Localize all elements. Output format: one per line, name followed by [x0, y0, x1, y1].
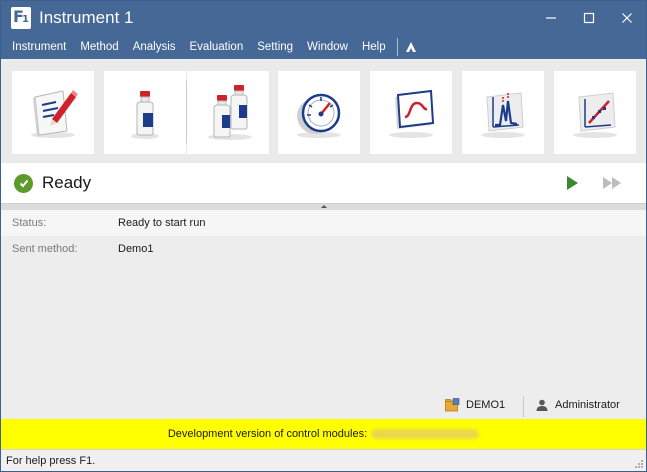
start-sequence-button[interactable]: [602, 175, 624, 194]
menu-method[interactable]: Method: [73, 35, 125, 59]
help-status-line: For help press F1.: [1, 449, 646, 471]
collapse-arrow-icon[interactable]: [320, 205, 327, 208]
single-run-button[interactable]: [104, 71, 186, 154]
user-icon: [536, 399, 548, 411]
current-method-indicator[interactable]: DEMO1: [445, 398, 505, 412]
menu-analysis[interactable]: Analysis: [126, 35, 183, 59]
menu-setting[interactable]: Setting: [250, 35, 300, 59]
sequence-run-button[interactable]: [187, 71, 269, 154]
menu-separator: [396, 38, 398, 56]
minimize-button[interactable]: [532, 1, 570, 35]
signal-monitor-icon: [389, 89, 435, 138]
start-run-button[interactable]: [564, 175, 580, 194]
development-banner: Development version of control modules:: [1, 419, 646, 449]
method-folder-icon: [445, 398, 460, 412]
minimize-icon: [546, 17, 556, 19]
multiple-sample-bottles-icon: [208, 84, 252, 140]
close-icon: [622, 13, 632, 23]
run-status-bar: Ready: [1, 163, 646, 203]
panel-splitter[interactable]: [1, 203, 646, 210]
edit-method-button[interactable]: [12, 71, 94, 154]
info-row-status: Status: Ready to start run: [1, 210, 646, 236]
ready-check-icon: [14, 173, 33, 193]
main-toolbar: [1, 59, 646, 163]
close-button[interactable]: [608, 1, 646, 35]
fast-forward-icon: [603, 177, 621, 189]
instrument-monitor-button[interactable]: [278, 71, 360, 154]
info-row-sent-method: Sent method: Demo1: [1, 236, 646, 262]
signal-monitor-button[interactable]: [370, 71, 452, 154]
edit-document-icon: [31, 89, 78, 138]
current-user-name: Administrator: [555, 399, 620, 411]
info-value: Demo1: [118, 243, 154, 255]
status-text: Ready: [42, 173, 92, 192]
menu-instrument[interactable]: Instrument: [5, 35, 73, 59]
menu-help[interactable]: Help: [355, 35, 393, 59]
info-label: Status:: [12, 217, 47, 229]
data-analysis-button[interactable]: [462, 71, 544, 154]
run-info-panel: Status: Ready to start run Sent method: …: [1, 210, 646, 394]
info-label: Sent method:: [12, 243, 78, 255]
f1-app-icon: F1: [11, 7, 31, 29]
calibration-plot-icon: [573, 91, 617, 138]
chromatogram-icon: [481, 91, 525, 138]
single-sample-bottle-icon: [131, 90, 159, 139]
menu-window[interactable]: Window: [300, 35, 355, 59]
session-separator: [523, 396, 524, 417]
redacted-text: [371, 429, 480, 439]
current-user-indicator[interactable]: Administrator: [536, 399, 620, 411]
maximize-button[interactable]: [570, 1, 608, 35]
vendor-logo-icon[interactable]: [404, 40, 418, 54]
maximize-icon: [583, 12, 595, 24]
gauge-monitor-icon: [297, 93, 341, 138]
title-bar[interactable]: F1 Instrument 1: [1, 1, 646, 35]
menu-evaluation[interactable]: Evaluation: [183, 35, 251, 59]
development-message: Development version of control modules:: [167, 428, 368, 440]
menu-bar: Instrument Method Analysis Evaluation Se…: [1, 35, 646, 59]
info-value: Ready to start run: [118, 217, 206, 229]
session-bar: DEMO1 Administrator: [1, 394, 646, 419]
calibration-button[interactable]: [554, 71, 636, 154]
play-icon: [567, 176, 578, 190]
window-controls: [532, 1, 646, 35]
window-title: Instrument 1: [39, 8, 134, 27]
current-method-name: DEMO1: [466, 399, 506, 411]
resize-grip-icon[interactable]: [634, 459, 644, 469]
help-text: For help press F1.: [6, 454, 96, 467]
instrument-window: F1 Instrument 1 Instrument Method Analys…: [0, 0, 647, 472]
